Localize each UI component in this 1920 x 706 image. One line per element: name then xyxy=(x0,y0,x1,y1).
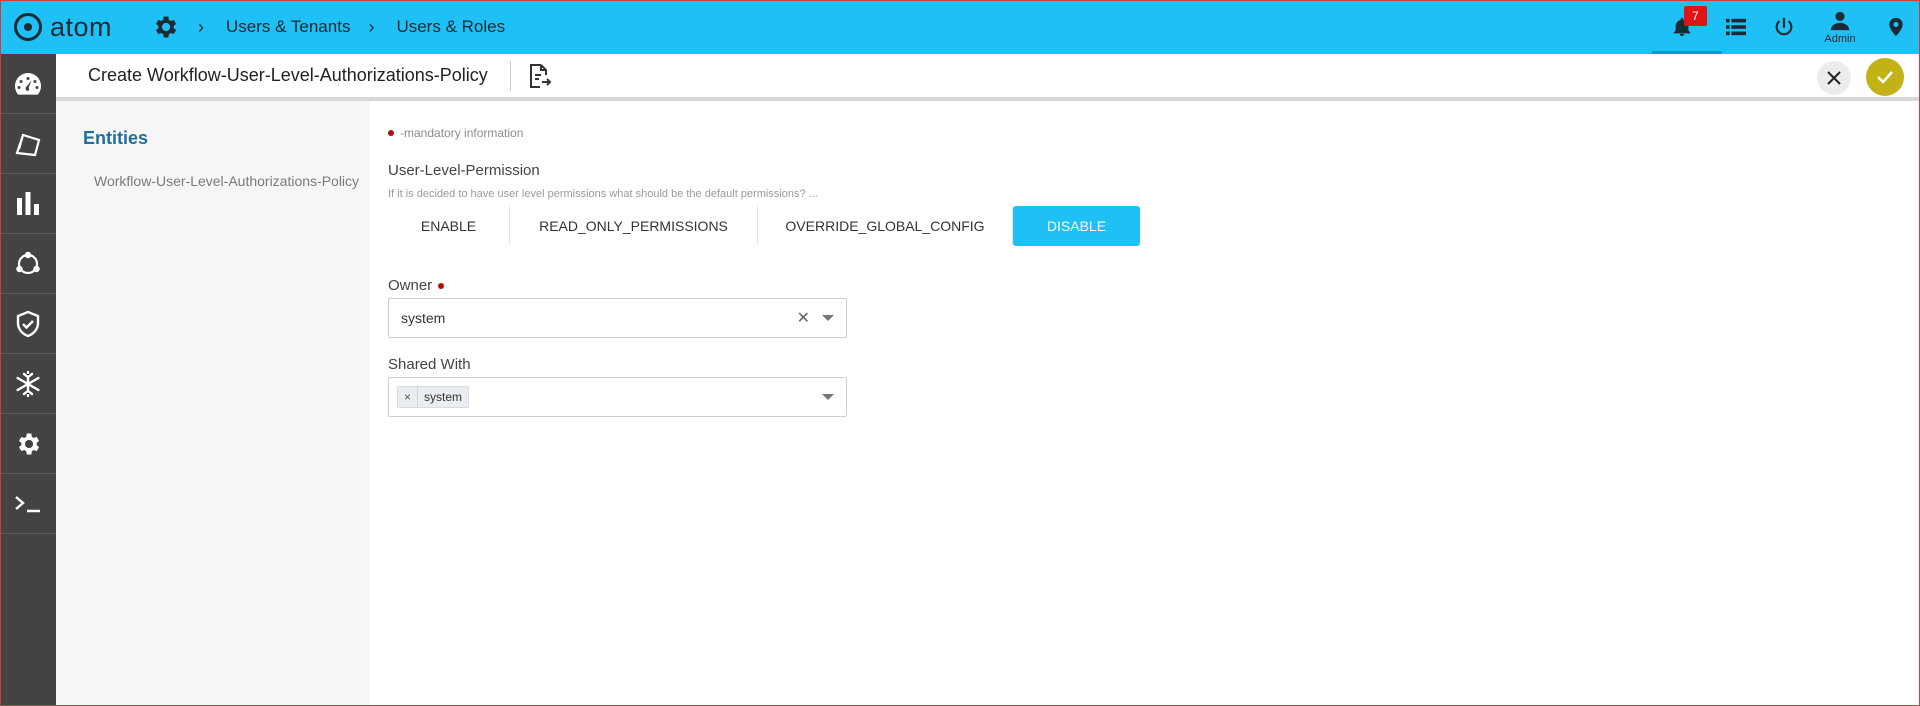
mandatory-note: -mandatory information xyxy=(388,126,523,140)
option-read-only-permissions[interactable]: READ_ONLY_PERMISSIONS xyxy=(510,206,758,246)
owner-value: system xyxy=(401,310,446,326)
user-level-permission-label: User-Level-Permission xyxy=(388,162,540,179)
owner-label-text: Owner xyxy=(388,277,433,294)
sidebar-item-analytics[interactable] xyxy=(0,174,56,234)
sidebar-item-settings[interactable] xyxy=(0,414,56,474)
power-icon xyxy=(1775,17,1793,36)
policy-form: -mandatory information User-Level-Permis… xyxy=(370,101,1920,706)
mandatory-dot-icon xyxy=(388,130,394,136)
snowflake-icon xyxy=(16,370,40,397)
app-logo[interactable]: atom xyxy=(14,0,112,54)
close-button[interactable] xyxy=(1817,61,1851,95)
shared-with-chip: × system xyxy=(397,386,470,408)
option-disable[interactable]: DISABLE xyxy=(1013,206,1140,246)
notifications-button[interactable]: 7 xyxy=(1652,0,1722,54)
shared-with-label: Shared With xyxy=(388,356,471,373)
confirm-button[interactable] xyxy=(1866,58,1904,96)
pages-icon xyxy=(15,133,41,156)
admin-user-button[interactable]: Admin xyxy=(1808,0,1872,54)
logo-text: atom xyxy=(50,11,113,42)
list-button[interactable] xyxy=(1712,0,1760,54)
bar-chart-icon xyxy=(17,191,39,215)
owner-label: Owner xyxy=(388,277,445,294)
terminal-icon xyxy=(15,495,40,512)
owner-select[interactable]: system ✕ xyxy=(388,298,847,338)
entity-item[interactable]: Workflow-User-Level-Authorizations-Polic… xyxy=(94,171,364,192)
gear-icon xyxy=(19,433,40,454)
sidebar-item-dashboard[interactable] xyxy=(0,54,56,114)
user-level-permission-hint: If it is decided to have user level perm… xyxy=(388,188,818,200)
entities-title: Entities xyxy=(83,128,149,148)
export-document-icon xyxy=(529,63,552,88)
breadcrumb-chevron-icon: › xyxy=(198,16,205,37)
option-enable[interactable]: ENABLE xyxy=(388,206,510,246)
sidebar-item-freeze[interactable] xyxy=(0,354,56,414)
top-bar: atom › Users & Tenants › Users & Roles 7… xyxy=(0,0,1920,54)
checkmark-icon xyxy=(1877,71,1893,84)
mandatory-note-text: -mandatory information xyxy=(400,126,524,140)
power-button[interactable] xyxy=(1760,0,1808,54)
notification-count-badge: 7 xyxy=(1684,6,1707,26)
close-icon xyxy=(1827,71,1841,85)
sidebar-item-security[interactable] xyxy=(0,294,56,354)
logo-mark-icon xyxy=(14,13,42,41)
dashboard-icon xyxy=(15,72,42,95)
sidebar-item-pages[interactable] xyxy=(0,114,56,174)
breadcrumb-users-tenants[interactable]: Users & Tenants xyxy=(226,17,350,37)
export-button[interactable] xyxy=(523,60,555,92)
sidebar-item-terminal[interactable] xyxy=(0,474,56,534)
sidebar-item-topology[interactable] xyxy=(0,234,56,294)
chip-label: system xyxy=(424,390,463,404)
option-override-global-config[interactable]: OVERRIDE_GLOBAL_CONFIG xyxy=(758,206,1013,246)
clear-icon[interactable]: ✕ xyxy=(797,308,810,328)
page-header: Create Workflow-User-Level-Authorization… xyxy=(56,54,1920,101)
dropdown-caret-icon[interactable] xyxy=(822,394,834,400)
chip-remove-icon[interactable]: × xyxy=(398,387,419,407)
user-icon xyxy=(1830,11,1850,30)
location-button[interactable] xyxy=(1872,0,1920,54)
list-icon xyxy=(1726,18,1746,36)
shared-with-select[interactable]: × system xyxy=(388,377,847,417)
required-dot-icon xyxy=(438,282,445,289)
admin-label: Admin xyxy=(1824,32,1856,45)
sidebar xyxy=(0,54,56,706)
user-level-permission-label-text: User-Level-Permission xyxy=(388,162,540,179)
shield-check-icon xyxy=(16,310,40,337)
network-icon xyxy=(16,251,40,274)
location-pin-icon xyxy=(1889,17,1903,37)
page-title: Create Workflow-User-Level-Authorization… xyxy=(88,65,488,85)
settings-gear-icon[interactable] xyxy=(150,12,180,42)
shared-with-label-text: Shared With xyxy=(388,356,471,373)
entities-panel: Entities Workflow-User-Level-Authorizati… xyxy=(56,101,370,706)
user-level-permission-toggle: ENABLE READ_ONLY_PERMISSIONS OVERRIDE_GL… xyxy=(388,206,1140,246)
header-divider xyxy=(509,60,511,91)
breadcrumb-users-roles[interactable]: Users & Roles xyxy=(396,17,505,37)
dropdown-caret-icon[interactable] xyxy=(822,315,834,321)
breadcrumb-chevron-icon: › xyxy=(368,16,375,37)
